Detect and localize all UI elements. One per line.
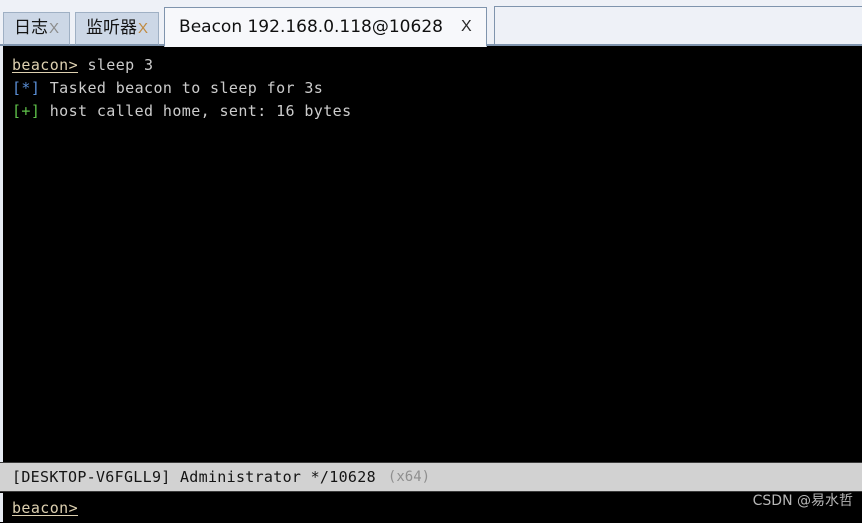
tab-bar: 日志 X 监听器 X Beacon 192.168.0.118@10628 X — [0, 0, 862, 47]
terminal-message: host called home, sent: 16 bytes — [40, 102, 352, 120]
tab-listeners[interactable]: 监听器 X — [75, 12, 160, 45]
terminal-marker-good: [+] — [12, 102, 41, 120]
status-bar-session: [DESKTOP-V6FGLL9] Administrator */10628 — [12, 468, 376, 486]
tab-logs-close-icon[interactable]: X — [49, 21, 59, 36]
beacon-console-window: 日志 X 监听器 X Beacon 192.168.0.118@10628 X bea… — [0, 0, 862, 523]
terminal-output[interactable]: beacon> sleep 3 [*] Tasked beacon to sle… — [0, 46, 862, 462]
tab-beacon[interactable]: Beacon 192.168.0.118@10628 X — [164, 7, 487, 47]
terminal-line: beacon> sleep 3 — [12, 54, 862, 77]
tab-logs-label: 日志 — [14, 18, 48, 38]
terminal-command: sleep 3 — [78, 56, 154, 74]
command-input-row[interactable]: beacon> — [0, 492, 862, 523]
terminal-prompt: beacon> — [12, 56, 79, 74]
terminal-marker-info: [*] — [12, 79, 41, 97]
status-bar: [DESKTOP-V6FGLL9] Administrator */10628 … — [0, 462, 862, 492]
command-prompt-label: beacon> — [12, 498, 79, 517]
terminal-line: [*] Tasked beacon to sleep for 3s — [12, 77, 862, 100]
tab-listeners-close-icon[interactable]: X — [138, 21, 148, 36]
terminal-line: [+] host called home, sent: 16 bytes — [12, 100, 862, 123]
command-input[interactable] — [78, 492, 862, 523]
tab-beacon-close-icon[interactable]: X — [461, 19, 472, 35]
csdn-watermark: CSDN @易水哲 — [752, 493, 853, 509]
tab-listeners-label: 监听器 — [86, 18, 138, 38]
tab-bar-filler — [493, 6, 862, 46]
tab-logs[interactable]: 日志 X — [3, 12, 71, 45]
terminal-message: Tasked beacon to sleep for 3s — [40, 79, 324, 97]
status-bar-arch: (x64) — [387, 469, 431, 485]
tab-beacon-label: Beacon 192.168.0.118@10628 — [179, 16, 443, 37]
